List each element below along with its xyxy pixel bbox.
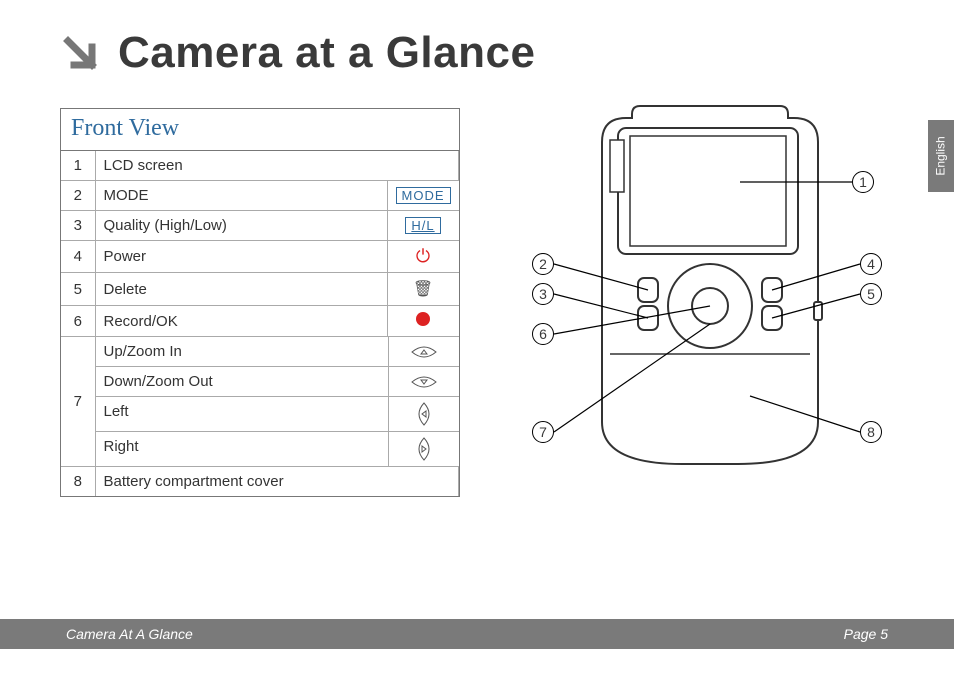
table-subrow: Up/Zoom In — [96, 337, 459, 366]
front-view-table: Front View 1 LCD screen 2 MODE MODE 3 Qu… — [60, 108, 460, 497]
row-label: LCD screen — [95, 151, 459, 181]
camera-diagram: 1 2 3 4 5 6 7 8 — [500, 96, 920, 476]
table-row: 7 Up/Zoom In Down/Zoom Out Left — [61, 337, 459, 467]
row-label: Right — [96, 432, 389, 466]
section-title: Front View — [61, 109, 459, 151]
row-label: Delete — [95, 273, 387, 306]
table-row: 5 Delete 🗑 — [61, 273, 459, 306]
arrow-down-right-icon — [60, 33, 100, 73]
table-row: 8 Battery compartment cover — [61, 467, 459, 497]
record-icon — [387, 306, 459, 337]
table-row: 1 LCD screen — [61, 151, 459, 181]
row-label: Record/OK — [95, 306, 387, 337]
callout-7: 7 — [532, 421, 554, 443]
row-number: 4 — [61, 241, 95, 273]
table-subrow: Right — [96, 431, 459, 466]
quality-icon: H/L — [387, 211, 459, 241]
table-row: 4 Power ⏻ — [61, 241, 459, 273]
table-row: 6 Record/OK — [61, 306, 459, 337]
row-label: Quality (High/Low) — [95, 211, 387, 241]
callout-4: 4 — [860, 253, 882, 275]
left-icon — [389, 397, 459, 431]
row-label: Power — [95, 241, 387, 273]
power-icon: ⏻ — [387, 241, 459, 273]
row-number: 7 — [61, 337, 95, 467]
mode-icon: MODE — [387, 181, 459, 211]
callout-5: 5 — [860, 283, 882, 305]
row-number: 1 — [61, 151, 95, 181]
callout-8: 8 — [860, 421, 882, 443]
row-number: 5 — [61, 273, 95, 306]
table-row: 2 MODE MODE — [61, 181, 459, 211]
page-title: Camera at a Glance — [118, 28, 535, 78]
page-title-row: Camera at a Glance — [60, 28, 535, 78]
callout-3: 3 — [532, 283, 554, 305]
footer-left: Camera At A Glance — [66, 626, 193, 642]
row-number: 8 — [61, 467, 95, 497]
row-label: Up/Zoom In — [96, 337, 389, 366]
table-subrow: Left — [96, 396, 459, 431]
callout-1: 1 — [852, 171, 874, 193]
page-footer: Camera At A Glance Page 5 — [0, 619, 954, 649]
down-icon — [389, 367, 459, 396]
callout-6: 6 — [532, 323, 554, 345]
row-label: Down/Zoom Out — [96, 367, 389, 396]
row-label: Battery compartment cover — [95, 467, 459, 497]
language-tab: English — [928, 120, 954, 192]
right-icon — [389, 432, 459, 466]
row-number: 3 — [61, 211, 95, 241]
callout-2: 2 — [532, 253, 554, 275]
table-subrow: Down/Zoom Out — [96, 366, 459, 396]
table-row: 3 Quality (High/Low) H/L — [61, 211, 459, 241]
row-number: 6 — [61, 306, 95, 337]
footer-right: Page 5 — [844, 626, 888, 642]
row-label: MODE — [95, 181, 387, 211]
up-icon — [389, 337, 459, 366]
row-label: Left — [96, 397, 389, 431]
row-number: 2 — [61, 181, 95, 211]
trash-icon: 🗑 — [387, 273, 459, 306]
